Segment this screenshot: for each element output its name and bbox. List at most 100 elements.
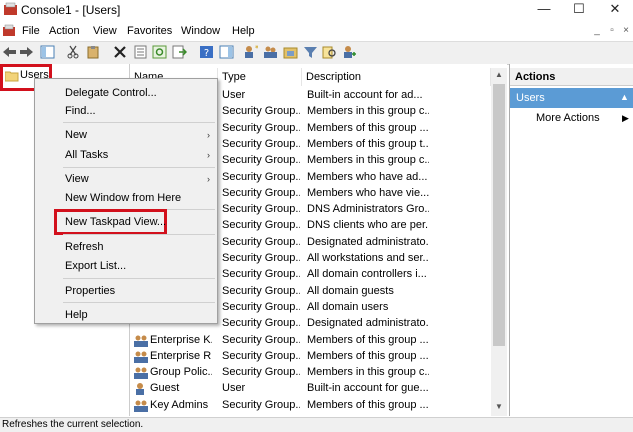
column-header-description[interactable]: Description [302, 68, 491, 86]
cell-type: Security Group... [222, 284, 300, 297]
delete-icon[interactable] [113, 45, 128, 59]
scrollbar-thumb[interactable] [493, 84, 505, 346]
mdi-close-button[interactable]: × [619, 25, 633, 37]
group-icon [134, 367, 148, 380]
submenu-arrow-icon: › [207, 174, 210, 184]
cell-description: All domain users [307, 300, 389, 313]
cell-type: Security Group... [222, 252, 300, 264]
show-hide-action-pane-icon[interactable] [219, 45, 234, 59]
cell-description: Members of this group ... [307, 349, 429, 362]
cell-type: Security Group... [222, 398, 300, 411]
group-icon [134, 400, 148, 412]
menu-item-new-window-from-here[interactable]: New Window from Here [65, 192, 181, 204]
mdi-restore-button[interactable]: ▫ [605, 25, 619, 37]
export-list-icon[interactable] [172, 45, 187, 59]
cell-type: Security Group... [222, 154, 300, 167]
cell-description: DNS clients who are per... [307, 219, 429, 232]
cell-type: Security Group... [222, 203, 300, 216]
cell-type: User [222, 89, 246, 101]
menu-view[interactable]: View [93, 25, 117, 37]
status-bar: Refreshes the current selection. [0, 417, 633, 432]
add-to-group-icon[interactable] [342, 45, 357, 59]
menu-separator [63, 302, 215, 303]
cell-description: Members in this group c... [307, 154, 429, 167]
menu-file[interactable]: File [22, 25, 40, 37]
cell-name: Enterprise R... [150, 349, 212, 362]
menu-separator [63, 122, 215, 123]
table-row[interactable]: Group Polic... Security Group... Members i… [130, 365, 490, 381]
minimize-button[interactable]: — [526, 0, 562, 20]
scroll-down-arrow-icon[interactable]: ▼ [491, 402, 507, 414]
menu-separator [63, 234, 215, 235]
cell-type: User [222, 382, 246, 395]
close-button[interactable]: ✕ [597, 0, 633, 20]
cell-description: Members who have vie... [307, 186, 429, 199]
menu-help[interactable]: Help [232, 25, 255, 37]
cell-name: Guest [150, 382, 180, 395]
menu-window[interactable]: Window [181, 25, 220, 37]
submenu-arrow-icon: › [207, 150, 210, 160]
table-row[interactable]: Key Admins Security Group... Members of th… [130, 398, 490, 414]
cell-description: Built-in account for ad... [307, 89, 423, 101]
menu-item-export-list[interactable]: Export List... [65, 260, 126, 272]
cell-description: Members of this group ... [307, 398, 429, 411]
menu-item-all-tasks[interactable]: All Tasks [65, 149, 108, 161]
new-ou-icon[interactable] [283, 45, 298, 59]
more-actions-arrow-icon[interactable]: ▶ [622, 113, 629, 124]
table-row[interactable]: Enterprise K... Security Group... Members … [130, 333, 490, 349]
menu-favorites[interactable]: Favorites [127, 25, 172, 37]
actions-section-users[interactable]: Users [510, 88, 633, 108]
cut-icon[interactable] [66, 45, 81, 59]
more-actions-link[interactable]: More Actions [536, 112, 600, 124]
group-icon [134, 351, 148, 363]
table-row[interactable]: Enterprise R... Security Group... Members … [130, 349, 490, 365]
menu-item-help[interactable]: Help [65, 309, 88, 321]
menu-item-refresh[interactable]: Refresh [65, 241, 104, 253]
cell-name: Key Admins [150, 398, 209, 411]
show-hide-tree-icon[interactable] [40, 45, 55, 59]
maximize-button[interactable]: ☐ [561, 0, 597, 20]
help-icon[interactable]: ? [199, 45, 214, 59]
filter-icon[interactable] [303, 45, 318, 59]
cell-description: Members of this group ... [307, 121, 429, 134]
cell-description: All workstations and ser... [307, 252, 429, 264]
properties-icon[interactable] [133, 45, 148, 59]
cell-type: Security Group... [222, 105, 300, 118]
user-icon [136, 383, 144, 396]
folder-icon [5, 71, 19, 82]
menu-item-new-taskpad-view[interactable]: New Taskpad View... [65, 216, 166, 228]
context-menu: Delegate Control... Find... New › All Ta… [34, 78, 218, 324]
mdi-minimize-button[interactable]: _ [590, 25, 604, 37]
cell-type: Security Group... [222, 268, 300, 281]
cell-description: DNS Administrators Gro... [307, 203, 429, 216]
collapse-arrow-icon[interactable]: ▲ [620, 92, 629, 102]
cell-name: Group Polic... [150, 366, 212, 379]
scroll-up-arrow-icon[interactable]: ▲ [491, 70, 507, 82]
column-header-type[interactable]: Type [218, 68, 302, 86]
console-menu-icon[interactable] [2, 24, 16, 38]
cell-type: Security Group... [222, 349, 300, 362]
cell-description: All domain guests [307, 284, 394, 297]
new-user-icon[interactable]: * [243, 45, 258, 59]
table-row[interactable]: Guest User Built-in account for gue... [130, 381, 490, 397]
menu-item-delegate-control[interactable]: Delegate Control... [65, 87, 157, 99]
mmc-app-icon [4, 2, 17, 15]
new-group-icon[interactable] [263, 45, 278, 59]
refresh-icon[interactable] [152, 45, 167, 59]
forward-arrow-icon[interactable] [19, 45, 34, 59]
cell-description: Members who have ad... [307, 170, 428, 183]
menu-separator [63, 278, 215, 279]
menu-action[interactable]: Action [49, 25, 80, 37]
cell-type: Security Group... [222, 186, 300, 199]
paste-icon[interactable] [86, 45, 101, 59]
menu-item-properties[interactable]: Properties [65, 285, 115, 297]
back-arrow-icon[interactable] [2, 45, 17, 59]
actions-header: Actions [510, 68, 633, 86]
menu-item-view[interactable]: View [65, 173, 89, 185]
menu-item-find[interactable]: Find... [65, 105, 96, 117]
window-title: Console1 - [Users] [21, 3, 121, 17]
menu-item-new[interactable]: New [65, 129, 87, 141]
cell-type: Security Group... [222, 317, 300, 330]
cell-type: Security Group... [222, 137, 300, 150]
find-icon[interactable] [322, 45, 337, 59]
